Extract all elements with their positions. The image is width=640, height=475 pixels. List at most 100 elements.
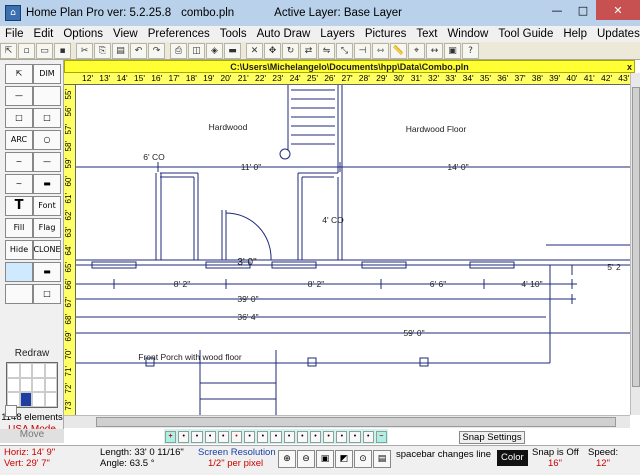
drawing-canvas[interactable]: Hardwood Hardwood Floor 6' CO 11' 0" 14'… [76, 85, 630, 415]
zoom-previous-icon[interactable]: ◩ [335, 450, 353, 468]
mirror-icon[interactable]: ⇋ [318, 42, 335, 59]
app-icon[interactable]: ⌂ [5, 5, 21, 21]
zoom-in-icon[interactable]: ⊕ [278, 450, 296, 468]
bar-tool-icon[interactable]: ▬ [33, 262, 61, 282]
window-tool-icon[interactable]: □ [33, 284, 61, 304]
palette-swatch[interactable] [32, 363, 45, 378]
nav-add-icon[interactable]: + [165, 430, 177, 443]
box-tool-icon[interactable]: □ [5, 108, 33, 128]
save-icon[interactable]: ▪ [54, 42, 71, 59]
menu-layers[interactable]: Layers [315, 28, 360, 40]
nav-page-button[interactable]: • [309, 430, 322, 443]
palette-swatch[interactable] [44, 392, 57, 407]
dim-tool-button[interactable]: DIM [33, 64, 61, 84]
vertical-scrollbar[interactable] [630, 73, 640, 415]
nav-page-button[interactable]: • [323, 430, 335, 443]
nav-page-button[interactable]: • [178, 430, 190, 443]
redo-icon[interactable]: ↷ [148, 42, 165, 59]
snap-settings-button[interactable]: Snap Settings [459, 431, 525, 444]
select-tool-icon[interactable]: ⇱ [5, 64, 33, 84]
rotate-icon[interactable]: ↻ [282, 42, 299, 59]
menu-preferences[interactable]: Preferences [143, 28, 215, 40]
dimension-icon[interactable]: ↔ [426, 42, 443, 59]
hide-tool-button[interactable]: Hide [5, 240, 33, 260]
nav-page-button[interactable]: • [217, 430, 229, 443]
redraw-button[interactable]: Redraw [0, 348, 64, 361]
layer-tool-icon[interactable] [5, 262, 33, 282]
stretch-icon[interactable]: ⇿ [372, 42, 389, 59]
menu-tool-guide[interactable]: Tool Guide [493, 28, 558, 40]
menu-edit[interactable]: Edit [29, 28, 59, 40]
close-path-icon[interactable]: x [627, 61, 632, 73]
palette-swatch[interactable] [7, 363, 20, 378]
snap-icon[interactable]: ⌖ [408, 42, 425, 59]
wall-tool-icon[interactable]: ▬ [33, 174, 61, 194]
zoom-window-icon[interactable]: ▣ [316, 450, 334, 468]
nav-page-button[interactable]: • [204, 430, 216, 443]
menu-view[interactable]: View [108, 28, 143, 40]
line-tool-icon[interactable]: — [5, 86, 33, 106]
double-line-tool-icon[interactable]: — [33, 152, 61, 172]
save-red-icon[interactable]: ▬ [224, 42, 241, 59]
font-tool-button[interactable]: Font [33, 196, 61, 216]
nav-page-button[interactable]: • [349, 430, 361, 443]
nav-page-button[interactable]: • [283, 430, 295, 443]
menu-window[interactable]: Window [442, 28, 493, 40]
menu-options[interactable]: Options [58, 28, 108, 40]
measure-icon[interactable]: 📏 [390, 42, 407, 59]
cursor-icon[interactable]: ⇱ [0, 42, 17, 59]
arc-tool-button[interactable]: ARC [5, 130, 33, 150]
zoom-extents-icon[interactable]: ⊙ [354, 450, 372, 468]
palette-swatch[interactable] [32, 392, 45, 407]
cut-icon[interactable]: ✂ [76, 42, 93, 59]
nav-page-button[interactable]: • [244, 430, 256, 443]
palette-swatch[interactable] [19, 377, 32, 393]
maximize-button[interactable]: □ [570, 0, 596, 20]
copy-icon[interactable]: ⎘ [94, 42, 111, 59]
move-button[interactable]: Move [0, 429, 64, 443]
nav-page-button[interactable]: • [270, 430, 282, 443]
help-icon[interactable]: ? [462, 42, 479, 59]
undo-icon[interactable]: ↶ [130, 42, 147, 59]
vertical-scroll-thumb[interactable] [632, 87, 640, 387]
menu-updates[interactable]: Updates [592, 28, 640, 40]
menu-file[interactable]: File [0, 28, 29, 40]
nav-page-button[interactable]: • [336, 430, 348, 443]
nav-remove-icon[interactable]: − [375, 430, 387, 443]
minimize-button[interactable]: — [544, 0, 570, 20]
palette-swatch[interactable] [44, 377, 57, 393]
close-button[interactable]: ✕ [596, 0, 640, 20]
palette-swatch[interactable] [32, 377, 45, 393]
rect-tool-icon[interactable] [33, 86, 61, 106]
zoom-out-icon[interactable]: ⊖ [297, 450, 315, 468]
horizontal-scrollbar[interactable] [64, 415, 630, 428]
clone-tool-button[interactable]: CLONE [33, 240, 61, 260]
palette-swatch[interactable] [19, 392, 32, 407]
menu-text[interactable]: Text [411, 28, 442, 40]
palette-swatch[interactable] [7, 377, 20, 393]
menu-pictures[interactable]: Pictures [360, 28, 412, 40]
flip-icon[interactable]: ⇄ [300, 42, 317, 59]
pan-icon[interactable]: ▤ [373, 450, 391, 468]
text-tool-icon[interactable]: T [5, 196, 33, 216]
zoom-window-icon[interactable]: ◫ [188, 42, 205, 59]
nav-page-button[interactable]: • [362, 430, 374, 443]
extend-icon[interactable]: ⊣ [354, 42, 371, 59]
scale-icon[interactable]: ⤡ [336, 42, 353, 59]
palette-swatch[interactable] [44, 363, 57, 378]
nav-page-button[interactable]: • [296, 430, 308, 443]
paste-icon[interactable]: ▤ [112, 42, 129, 59]
delete-icon[interactable]: ✕ [246, 42, 263, 59]
arrow-left-icon[interactable] [5, 405, 17, 417]
zoom-extents-icon[interactable]: ◈ [206, 42, 223, 59]
palette-swatch[interactable] [19, 363, 32, 378]
new-file-icon[interactable]: ▫ [18, 42, 35, 59]
color-palette[interactable] [6, 362, 58, 408]
menu-tools[interactable]: Tools [215, 28, 252, 40]
flag-tool-button[interactable]: Flag [33, 218, 61, 238]
step-tool-icon[interactable]: ~ [5, 174, 33, 194]
curve-tool-icon[interactable]: ~ [5, 152, 33, 172]
fill-tool-button[interactable]: Fill [5, 218, 33, 238]
frame-tool-icon[interactable] [5, 284, 33, 304]
horizontal-scroll-thumb[interactable] [96, 417, 616, 427]
